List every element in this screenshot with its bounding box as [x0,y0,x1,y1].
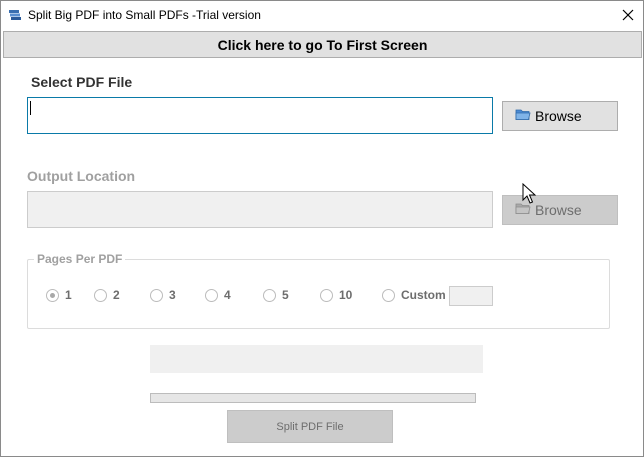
radio-label: Custom [401,288,446,302]
radio-pages-4[interactable]: 4 [205,288,231,302]
folder-icon [515,108,531,124]
select-pdf-label: Select PDF File [31,74,133,90]
progress-bar [150,393,476,403]
window-title: Split Big PDF into Small PDFs -Trial ver… [28,8,261,22]
radio-label: 5 [282,288,289,302]
custom-pages-input [449,286,493,306]
browse-output-button: Browse [502,195,618,225]
output-location-label: Output Location [27,168,136,184]
pages-per-pdf-legend: Pages Per PDF [34,252,126,266]
radio-label: 10 [339,288,353,302]
radio-pages-custom[interactable]: Custom [382,288,446,302]
mouse-cursor-icon [522,182,537,205]
radio-pages-1[interactable]: 1 [46,288,72,302]
radio-label: 1 [65,288,72,302]
app-window: Split Big PDF into Small PDFs -Trial ver… [0,0,644,457]
radio-pages-2[interactable]: 2 [94,288,120,302]
pdf-file-input[interactable] [27,97,493,134]
close-button[interactable] [613,4,643,26]
browse-label: Browse [535,202,582,218]
radio-indicator [150,288,163,302]
radio-label: 2 [113,288,120,302]
first-screen-button[interactable]: Click here to go To First Screen [3,31,642,58]
radio-pages-5[interactable]: 5 [263,288,289,302]
radio-pages-10[interactable]: 10 [320,288,352,302]
radio-indicator [94,288,107,302]
radio-indicator [263,288,276,302]
output-location-input [27,191,493,228]
browse-label: Browse [535,108,582,124]
radio-indicator [46,288,59,302]
title-bar[interactable]: Split Big PDF into Small PDFs -Trial ver… [1,1,643,29]
text-caret [30,101,31,115]
pdf-stack-icon [8,8,22,22]
split-pdf-button: Split PDF File [227,410,393,443]
radio-indicator [382,288,395,302]
browse-pdf-button[interactable]: Browse [502,101,618,131]
radio-label: 4 [224,288,231,302]
radio-label: 3 [169,288,176,302]
close-icon [622,9,634,21]
radio-indicator [205,288,218,302]
status-area [150,345,483,373]
radio-pages-3[interactable]: 3 [150,288,176,302]
radio-indicator [320,288,333,302]
